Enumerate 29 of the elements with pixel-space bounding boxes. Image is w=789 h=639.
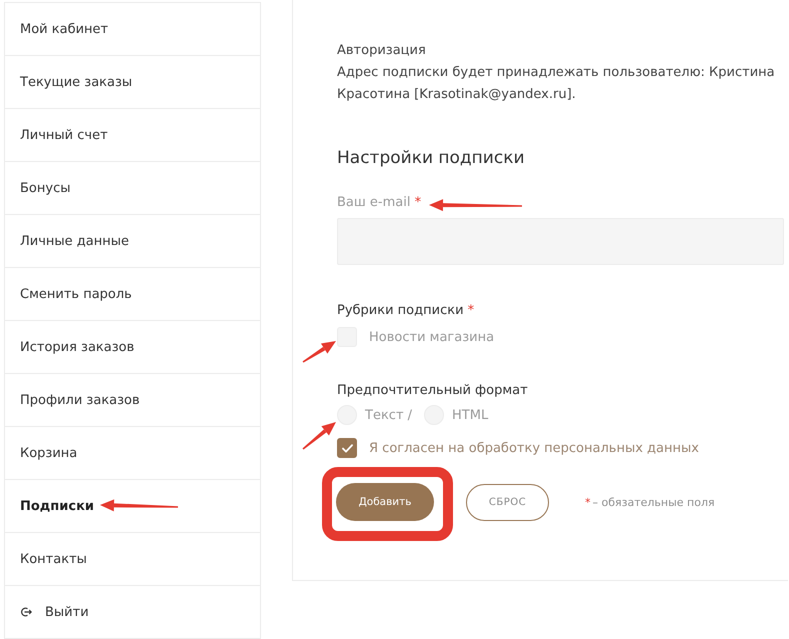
- section-heading: Настройки подписки: [337, 147, 525, 170]
- radio-label: Текст /: [365, 408, 412, 422]
- sidebar-link[interactable]: Личный счет: [4, 108, 261, 162]
- sidebar-link[interactable]: История заказов: [4, 320, 261, 374]
- pointer-arrow: [302, 422, 336, 450]
- sidebar-link[interactable]: Контакты: [4, 532, 261, 586]
- sidebar-link[interactable]: Текущие заказы: [4, 55, 261, 109]
- checkbox[interactable]: [337, 438, 357, 458]
- sidebar-link[interactable]: Профили заказов: [4, 373, 261, 427]
- sidebar-link[interactable]: Бонусы: [4, 161, 261, 215]
- field-label: Рубрики подписки *: [337, 302, 474, 320]
- sidebar-link[interactable]: Выйти: [4, 585, 261, 639]
- pointer-arrow: [302, 341, 336, 363]
- field-label: Предпочтительный формат: [337, 382, 528, 400]
- auth-title: Авторизация: [337, 42, 427, 60]
- checkmark-icon: [342, 444, 352, 452]
- logout-icon: [20, 607, 32, 617]
- sidebar-link[interactable]: Корзина: [4, 426, 261, 480]
- sidebar-link[interactable]: Мой кабинет: [4, 2, 261, 56]
- field-label: Ваш e-mail *: [337, 194, 422, 212]
- sidebar-link[interactable]: Сменить пароль: [4, 267, 261, 321]
- required-note: * – обязательные поля: [585, 496, 715, 508]
- radio-button[interactable]: [337, 405, 357, 425]
- radio-label: HTML: [452, 408, 488, 422]
- auth-text: Адрес подписки будет принадлежать пользователю: Кристина Красотина [Krasotinak@yandex.ru].: [337, 64, 776, 104]
- add-button[interactable]: Добавить: [336, 483, 434, 521]
- checkbox-label: Я согласен на обработку персональных данных: [369, 440, 699, 456]
- checkbox-label: Новости магазина: [369, 330, 494, 344]
- sidebar-link[interactable]: Личные данные: [4, 214, 261, 268]
